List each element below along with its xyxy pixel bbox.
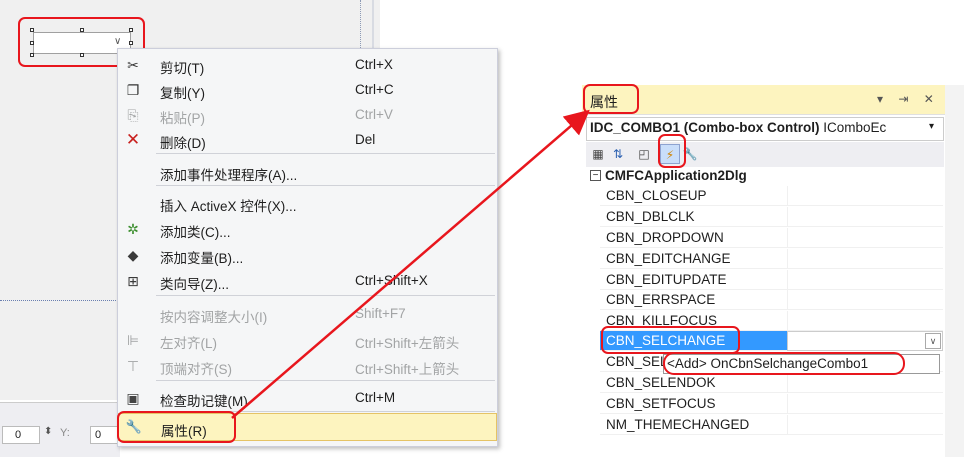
annotation-arrow [231,109,590,419]
